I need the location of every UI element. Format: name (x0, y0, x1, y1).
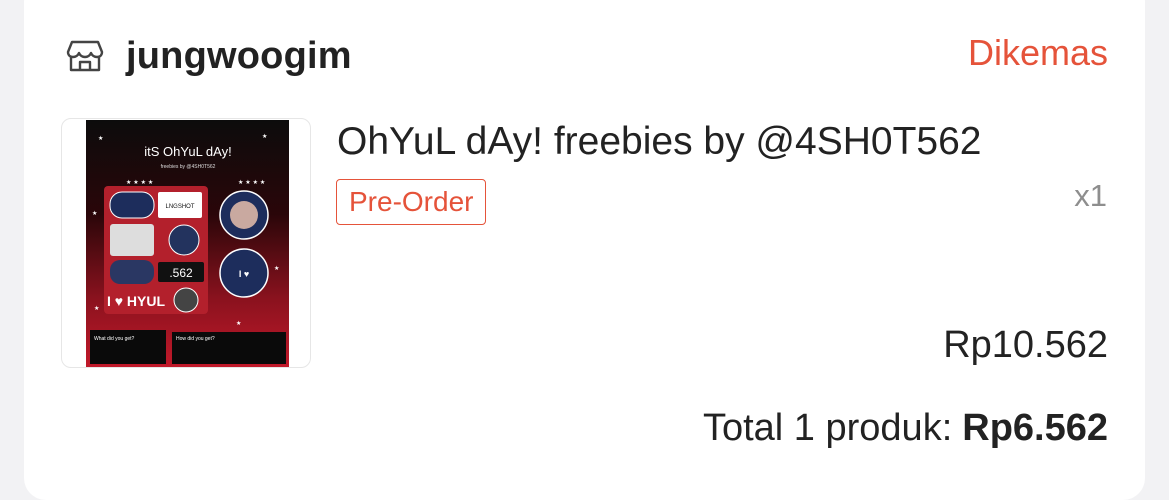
thumb-heading: itS OhYuL dAy! (144, 144, 231, 159)
svg-text:★ ★ ★ ★: ★ ★ ★ ★ (126, 179, 153, 186)
svg-text:★: ★ (274, 265, 279, 272)
product-price: Rp10.562 (943, 324, 1108, 366)
product-thumbnail[interactable]: itS OhYuL dAy! freebies by @4SH0T562 ★ ★ ★… (61, 118, 311, 368)
svg-text:I ♥: I ♥ (239, 269, 249, 279)
svg-text:★ ★ ★ ★: ★ ★ ★ ★ (238, 179, 265, 186)
product-image: itS OhYuL dAy! freebies by @4SH0T562 ★ ★ ★… (86, 120, 289, 367)
shop-name[interactable]: jungwoogim (126, 35, 352, 78)
svg-text:LNGSHOT: LNGSHOT (165, 204, 194, 210)
product-quantity: x1 (1074, 178, 1107, 213)
shop-header[interactable]: jungwoogim (66, 30, 352, 82)
svg-text:★: ★ (236, 320, 241, 327)
order-total: Total 1 produk: Rp6.562 (703, 407, 1108, 450)
store-icon (66, 40, 104, 72)
svg-text:★: ★ (98, 135, 103, 142)
total-amount: Rp6.562 (962, 407, 1108, 449)
svg-text:★: ★ (92, 210, 97, 217)
thumb-sticker-562: .562 (169, 266, 193, 280)
thumb-q2: How did you get? (176, 336, 215, 342)
product-title[interactable]: OhYuL dAy! freebies by @4SH0T562 (337, 120, 981, 164)
thumb-subheading: freebies by @4SH0T562 (161, 164, 216, 170)
svg-text:I ♥ HYUL: I ♥ HYUL (107, 293, 166, 309)
order-status: Dikemas (967, 32, 1108, 73)
preorder-badge: Pre-Order (336, 179, 487, 225)
total-label: Total 1 produk: (702, 407, 953, 449)
thumb-q1: What did you get? (94, 336, 135, 342)
svg-text:★: ★ (262, 133, 267, 140)
svg-text:★: ★ (94, 305, 99, 312)
